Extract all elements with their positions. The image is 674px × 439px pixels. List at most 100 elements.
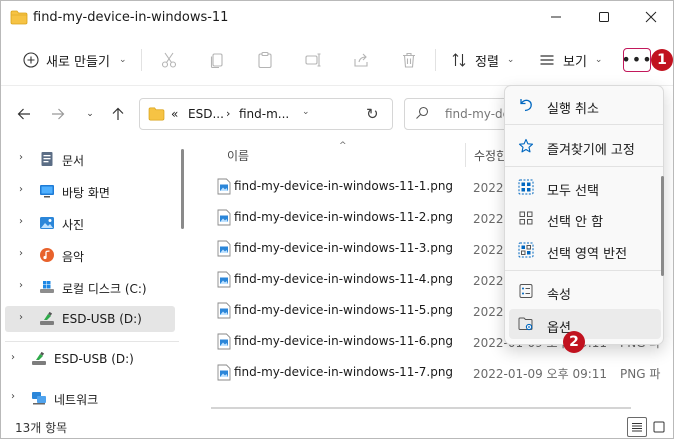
menu-item-pin-to-quick-access[interactable]: 즐겨찾기에 고정 xyxy=(509,131,661,161)
menu-item-options[interactable]: 옵션 xyxy=(509,309,661,339)
chevron-down-icon: ⌄ xyxy=(506,55,515,65)
menu-item-select-all[interactable]: 모두 선택 xyxy=(509,172,661,202)
nav-label: 사진 xyxy=(62,218,85,232)
status-bar: 13개 항목 xyxy=(1,415,673,438)
maximize-button[interactable] xyxy=(581,1,626,33)
undo-icon xyxy=(518,97,534,113)
menu-divider xyxy=(505,166,663,167)
see-more-button[interactable]: ••• xyxy=(621,48,653,72)
title-bar: find-my-device-in-windows-11 xyxy=(1,1,673,35)
tiles-view-button[interactable] xyxy=(649,417,669,437)
sort-ascending-icon: ^ xyxy=(339,141,347,151)
menu-item-properties[interactable]: 속성 xyxy=(509,276,661,306)
nav-item-local-disk[interactable]: › 로컬 디스크 (C:) xyxy=(1,274,187,300)
chevron-down-icon: ⌄ xyxy=(118,55,127,65)
cut-button[interactable] xyxy=(157,48,181,72)
paste-button[interactable] xyxy=(253,48,277,72)
command-bar: 새로 만들기 ⌄ 정렬 ⌄ 보기 ⌄ ••• 1 xyxy=(1,35,673,85)
nav-item-documents[interactable]: › 문서 xyxy=(1,146,187,172)
png-file-icon xyxy=(217,271,231,288)
share-icon xyxy=(354,53,368,67)
menu-item-invert-selection[interactable]: 선택 영역 반전 xyxy=(509,235,661,265)
file-row[interactable]: find-my-device-in-windows-11-7.png 2022-0… xyxy=(189,357,673,388)
nav-label: 음악 xyxy=(62,250,85,264)
rename-button[interactable] xyxy=(301,48,325,72)
recent-locations-button[interactable]: ⌄ xyxy=(79,103,101,125)
nav-item-music[interactable]: › 음악 xyxy=(1,242,187,268)
file-name: find-my-device-in-windows-11-2.png xyxy=(234,210,454,224)
up-button[interactable] xyxy=(107,103,129,125)
menu-divider xyxy=(505,124,663,125)
column-header-date[interactable]: 수정한 xyxy=(474,147,507,164)
nav-scrollbar[interactable] xyxy=(181,149,184,229)
file-explorer-window: find-my-device-in-windows-11 새로 만들기 ⌄ 정렬… xyxy=(0,0,674,439)
see-more-menu: 실행 취소 즐겨찾기에 고정 모두 선택 선택 안 함 선택 영역 반전 속성 … xyxy=(504,85,664,345)
breadcrumb-drive[interactable]: ESD... xyxy=(188,107,224,121)
arrow-right-icon xyxy=(52,108,65,120)
menu-item-undo[interactable]: 실행 취소 xyxy=(509,90,661,120)
copy-button[interactable] xyxy=(205,48,229,72)
details-view-button[interactable] xyxy=(627,417,647,437)
new-button[interactable]: 새로 만들기 ⌄ xyxy=(15,45,134,75)
rename-icon xyxy=(305,53,321,67)
close-button[interactable] xyxy=(628,1,673,33)
file-list-scrollbar[interactable] xyxy=(661,176,664,276)
sort-button[interactable]: 정렬 ⌄ xyxy=(445,45,520,75)
file-date: 2022-01-09 오후 09:11 xyxy=(473,367,608,381)
music-icon xyxy=(39,247,55,263)
nav-label: 바탕 화면 xyxy=(62,186,110,200)
arrow-up-icon xyxy=(112,107,124,120)
trash-icon xyxy=(403,52,415,68)
step-badge-2: 2 xyxy=(563,331,585,353)
png-file-icon xyxy=(217,302,231,319)
window-title: find-my-device-in-windows-11 xyxy=(33,10,229,25)
horizontal-scrollbar[interactable] xyxy=(197,403,659,413)
png-file-icon xyxy=(217,333,231,350)
refresh-icon[interactable]: ↻ xyxy=(366,105,379,123)
more-dots-icon: ••• xyxy=(621,50,653,69)
menu-label: 즐겨찾기에 고정 xyxy=(547,143,635,158)
menu-divider xyxy=(505,270,663,271)
search-icon xyxy=(415,106,429,123)
nav-label: 문서 xyxy=(62,154,85,168)
share-button[interactable] xyxy=(349,48,373,72)
step-badge-1: 1 xyxy=(651,49,673,71)
nav-label: 로컬 디스크 (C:) xyxy=(62,282,147,296)
toolbar-divider xyxy=(435,49,436,71)
column-divider[interactable] xyxy=(465,143,466,167)
close-icon xyxy=(645,11,656,23)
scissors-icon xyxy=(161,52,177,68)
scrollbar-track xyxy=(211,407,631,409)
nav-item-esd-usb[interactable]: › ESD-USB (D:) xyxy=(1,346,187,372)
menu-item-select-none[interactable]: 선택 안 함 xyxy=(509,203,661,233)
nav-item-esd-usb-selected[interactable]: › ESD-USB (D:) xyxy=(5,306,175,332)
menu-label: 선택 영역 반전 xyxy=(547,247,628,262)
address-bar[interactable]: « ESD... › find-m... ⌄ ↻ xyxy=(139,98,393,130)
forward-button[interactable] xyxy=(47,103,69,125)
menu-label: 선택 안 함 xyxy=(547,215,604,230)
nav-item-network[interactable]: › 네트워크 xyxy=(1,385,187,411)
file-name: find-my-device-in-windows-11-6.png xyxy=(234,334,454,348)
menu-label: 실행 취소 xyxy=(547,102,599,117)
menu-label: 모두 선택 xyxy=(547,184,599,199)
view-button[interactable]: 보기 ⌄ xyxy=(533,45,608,75)
file-name: find-my-device-in-windows-11-4.png xyxy=(234,272,454,286)
sort-button-label: 정렬 xyxy=(475,54,499,70)
chevron-down-icon[interactable]: ⌄ xyxy=(302,107,310,117)
select-none-icon xyxy=(518,210,534,226)
network-icon xyxy=(31,390,47,406)
folder-icon xyxy=(10,10,28,28)
windows-drive-icon xyxy=(39,279,55,295)
nav-item-desktop[interactable]: › 바탕 화면 xyxy=(1,178,187,204)
breadcrumb-overflow[interactable]: « xyxy=(171,107,178,121)
options-icon xyxy=(518,316,534,332)
minimize-button[interactable] xyxy=(533,1,578,33)
delete-button[interactable] xyxy=(397,48,421,72)
file-name: find-my-device-in-windows-11-7.png xyxy=(234,365,454,379)
chevron-right-icon: › xyxy=(11,352,15,363)
breadcrumb-folder[interactable]: find-m... xyxy=(239,107,289,121)
back-button[interactable] xyxy=(13,103,35,125)
invert-selection-icon xyxy=(518,242,534,258)
column-header-name[interactable]: 이름 xyxy=(227,147,249,164)
nav-item-pictures[interactable]: › 사진 xyxy=(1,210,187,236)
